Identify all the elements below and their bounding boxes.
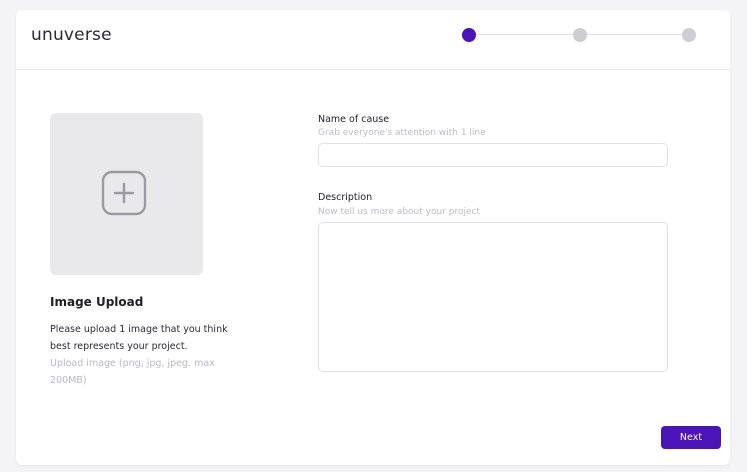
name-of-cause-label: Name of cause	[318, 114, 390, 125]
progress-stepper	[462, 28, 702, 42]
header: unuverse	[16, 10, 730, 70]
name-of-cause-sublabel: Grab everyone's attention with 1 line	[318, 128, 486, 138]
upload-hint: Upload image (png, jpg, jpeg. max 200MB)	[50, 358, 215, 386]
next-button[interactable]: Next	[661, 426, 721, 449]
form-card: unuverse Image Upload Please upload 1 im…	[16, 10, 730, 465]
app-logo[interactable]: unuverse	[31, 25, 112, 45]
description-textarea[interactable]	[318, 222, 668, 372]
description-label: Description	[318, 192, 373, 203]
name-of-cause-input[interactable]	[318, 143, 668, 167]
upload-description: Please upload 1 image that you think bes…	[50, 324, 228, 352]
description-sublabel: Now tell us more about your project	[318, 207, 480, 217]
step-3-dot	[682, 28, 696, 42]
step-1-dot	[462, 28, 476, 42]
step-2-dot	[573, 28, 587, 42]
plus-icon	[101, 170, 147, 216]
image-upload-dropzone[interactable]	[50, 113, 203, 275]
upload-title: Image Upload	[50, 295, 144, 309]
